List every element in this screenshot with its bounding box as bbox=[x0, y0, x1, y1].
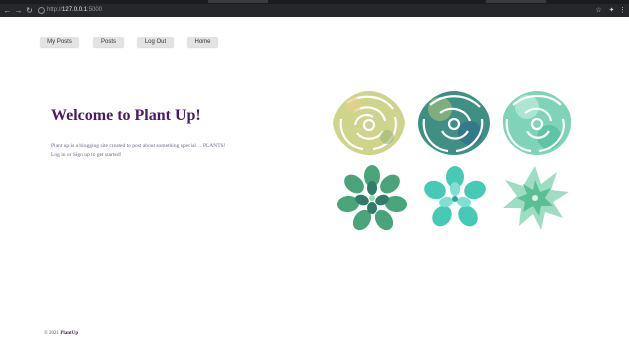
browser-toolbar: ← → ↻ http://127.0.0.1:5000 ☆ ✦ ⋮ bbox=[0, 4, 629, 17]
back-arrow-icon[interactable]: ← bbox=[3, 6, 12, 15]
succulent-image-mint bbox=[502, 91, 572, 155]
succulent-image-yellow bbox=[333, 91, 405, 155]
footer: © 2021 PlantUp bbox=[44, 331, 78, 336]
succulent-image-pale bbox=[503, 166, 569, 230]
address-url: http://127.0.0.1:5000 bbox=[47, 7, 103, 13]
succulent-image-cyan bbox=[424, 166, 486, 227]
intro-line-2: Log in or Sign up to get started! bbox=[51, 152, 122, 158]
browser-tab[interactable] bbox=[208, 0, 268, 3]
site-info-icon[interactable] bbox=[38, 7, 45, 14]
forward-arrow-icon[interactable]: → bbox=[14, 6, 23, 15]
footer-brand-link[interactable]: PlantUp bbox=[60, 331, 78, 336]
bookmark-star-icon[interactable]: ☆ bbox=[594, 6, 603, 15]
page-title: Welcome to Plant Up! bbox=[51, 107, 201, 124]
intro-line-1: Plant up is a blogging site created to p… bbox=[51, 143, 226, 149]
intro-text: Plant up is a blogging site created to p… bbox=[51, 142, 251, 160]
succulent-gallery bbox=[330, 89, 575, 234]
web-page: My Posts Posts Log Out Home Welcome to P… bbox=[0, 17, 629, 344]
succulent-image-green bbox=[337, 165, 407, 231]
nav-home-button[interactable]: Home bbox=[187, 37, 218, 47]
browser-tab[interactable] bbox=[486, 0, 546, 3]
nav-my-posts-button[interactable]: My Posts bbox=[40, 37, 79, 47]
reload-icon[interactable]: ↻ bbox=[25, 6, 34, 15]
nav-logout-button[interactable]: Log Out bbox=[137, 37, 174, 47]
footer-copyright: © 2021 bbox=[44, 331, 60, 336]
menu-icon[interactable]: ⋮ bbox=[618, 6, 627, 15]
nav-posts-button[interactable]: Posts bbox=[93, 37, 124, 47]
extensions-icon[interactable]: ✦ bbox=[607, 6, 616, 15]
address-bar[interactable]: http://127.0.0.1:5000 bbox=[35, 6, 588, 15]
succulent-image-teal bbox=[418, 91, 490, 155]
